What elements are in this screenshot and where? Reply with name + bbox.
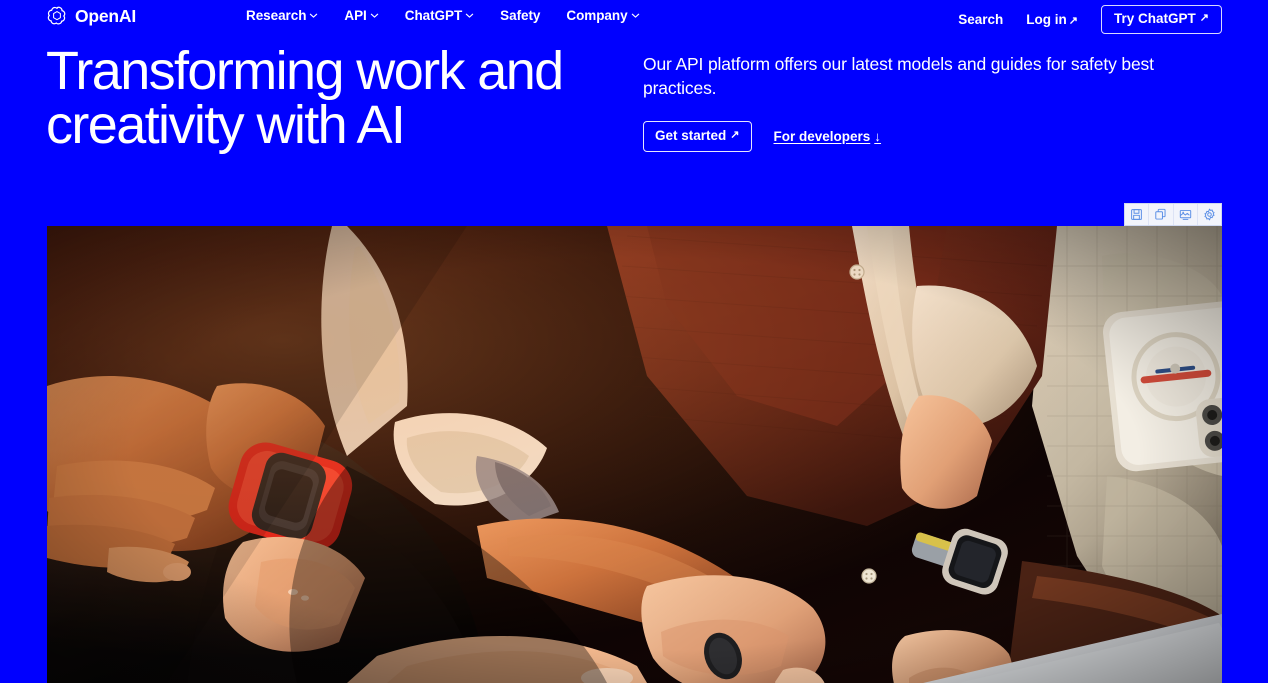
get-started-button[interactable]: Get started ↗ <box>643 121 752 152</box>
for-developers-label: For developers <box>773 128 871 144</box>
try-chatgpt-label: Try ChatGPT <box>1114 11 1196 26</box>
arrow-up-right-icon: ↗ <box>1199 12 1209 25</box>
search-label: Search <box>958 11 1004 27</box>
openai-homepage: OpenAI Research API ChatGPT Safety Compa… <box>0 0 1268 683</box>
nav-item-chatgpt[interactable]: ChatGPT <box>405 8 474 23</box>
login-label: Log in <box>1026 11 1067 27</box>
brand-name: OpenAI <box>75 5 137 26</box>
nav-item-company-label: Company <box>566 8 628 23</box>
nav-item-safety[interactable]: Safety <box>500 8 540 23</box>
brand-logo[interactable]: OpenAI <box>46 5 136 27</box>
arrow-up-right-icon: ↗ <box>730 129 740 142</box>
hero-image <box>47 226 1222 683</box>
chevron-down-icon <box>631 11 640 20</box>
nav-primary-links: Research API ChatGPT Safety Company <box>246 8 640 23</box>
nav-item-api[interactable]: API <box>344 8 378 23</box>
gear-icon[interactable] <box>1197 204 1221 225</box>
copy-icon[interactable] <box>1149 204 1174 225</box>
nav-secondary-links: Search Log in ↗ Try ChatGPT ↗ <box>958 5 1222 34</box>
arrow-up-right-icon: ↗ <box>1068 14 1079 27</box>
main-navigation: OpenAI Research API ChatGPT Safety Compa… <box>0 0 1268 34</box>
for-developers-link[interactable]: For developers ↓ <box>774 129 882 144</box>
hero-actions: Get started ↗ For developers ↓ <box>643 121 1223 152</box>
chevron-down-icon <box>465 11 474 20</box>
try-chatgpt-button[interactable]: Try ChatGPT ↗ <box>1101 5 1222 34</box>
image-toolbar <box>1124 203 1222 226</box>
hero-text-column: Our API platform offers our latest model… <box>643 52 1223 152</box>
nav-item-research-label: Research <box>246 8 307 23</box>
login-link[interactable]: Log in ↗ <box>1026 12 1078 27</box>
search-button[interactable]: Search <box>958 12 1003 27</box>
get-started-label: Get started <box>655 128 727 143</box>
image-icon[interactable] <box>1173 204 1198 225</box>
chevron-down-icon <box>370 11 379 20</box>
save-icon[interactable] <box>1125 204 1150 225</box>
chevron-down-icon <box>309 11 318 20</box>
openai-logo-icon <box>46 5 68 27</box>
hero-subtitle: Our API platform offers our latest model… <box>643 54 1154 98</box>
nav-item-company[interactable]: Company <box>566 8 639 23</box>
nav-item-research[interactable]: Research <box>246 8 318 23</box>
nav-item-safety-label: Safety <box>500 8 541 23</box>
nav-item-api-label: API <box>344 8 367 23</box>
arrow-down-icon: ↓ <box>874 128 882 144</box>
nav-item-chatgpt-label: ChatGPT <box>404 8 463 23</box>
page-title: Transforming work and creativity with AI <box>46 41 564 155</box>
